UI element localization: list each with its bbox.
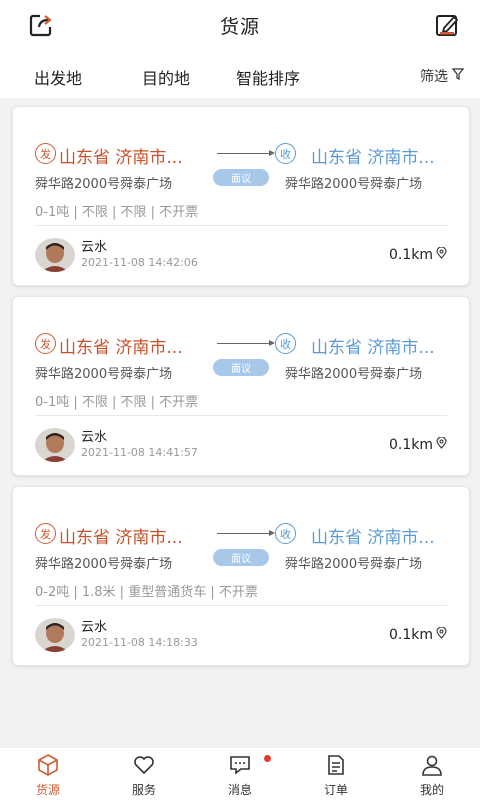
destination-city: 山东省 济南市... xyxy=(311,148,435,168)
user-icon xyxy=(419,752,445,777)
user-name: 云水 xyxy=(81,240,108,255)
price-tag: 面议 xyxy=(213,169,269,186)
bottom-tab-bar: 货源 服务 消息 订单 我的 xyxy=(0,747,480,800)
divider xyxy=(35,225,447,226)
cargo-card[interactable]: 发 山东省 济南市... 收 山东省 济南市... 舜华路2000号舜泰广场 面… xyxy=(12,296,470,476)
route: 发 山东省 济南市... 收 山东省 济南市... xyxy=(35,143,451,168)
message-icon xyxy=(227,752,253,777)
origin-address: 舜华路2000号舜泰广场 xyxy=(35,557,173,572)
user-name: 云水 xyxy=(81,620,108,635)
post-time: 2021-11-08 14:41:57 xyxy=(81,446,198,459)
arrow-icon xyxy=(217,530,275,536)
price-tag: 面议 xyxy=(213,549,269,566)
heart-icon xyxy=(131,752,157,777)
origin-badge: 发 xyxy=(35,333,56,354)
tab-service[interactable]: 服务 xyxy=(114,752,174,798)
price-tag: 面议 xyxy=(213,359,269,376)
arrow-icon xyxy=(217,150,275,156)
divider xyxy=(35,605,447,606)
origin-city: 山东省 济南市... xyxy=(59,338,183,358)
distance-value: 0.1km xyxy=(388,247,433,263)
cargo-specs: 0-1吨 | 不限 | 不限 | 不开票 xyxy=(35,205,199,220)
edit-icon[interactable] xyxy=(432,10,462,40)
post-time: 2021-11-08 14:18:33 xyxy=(81,636,198,649)
funnel-icon xyxy=(451,68,465,84)
cargo-card[interactable]: 发 山东省 济南市... 收 山东省 济南市... 舜华路2000号舜泰广场 面… xyxy=(12,486,470,666)
cargo-specs: 0-1吨 | 不限 | 不限 | 不开票 xyxy=(35,395,199,410)
notification-dot xyxy=(264,755,271,762)
destination-city: 山东省 济南市... xyxy=(311,338,435,358)
cargo-card[interactable]: 发 山东省 济南市... 收 山东省 济南市... 舜华路2000号舜泰广场 面… xyxy=(12,106,470,286)
destination-filter[interactable]: 目的地 xyxy=(142,65,190,89)
tab-messages[interactable]: 消息 xyxy=(210,752,270,798)
tab-profile[interactable]: 我的 xyxy=(402,752,462,798)
distance: 0.1km xyxy=(388,436,447,453)
filter-button[interactable]: 筛选 xyxy=(420,66,465,86)
distance-value: 0.1km xyxy=(388,627,433,643)
tab-label: 我的 xyxy=(419,783,444,797)
cargo-specs: 0-2吨 | 1.8米 | 重型普通货车 | 不开票 xyxy=(35,585,258,600)
location-pin-icon xyxy=(436,246,447,263)
location-pin-icon xyxy=(436,436,447,453)
destination-address: 舜华路2000号舜泰广场 xyxy=(285,557,423,572)
page-title: 货源 xyxy=(219,15,260,38)
filter-bar: 出发地 目的地 智能排序 筛选 xyxy=(0,50,480,98)
origin-address: 舜华路2000号舜泰广场 xyxy=(35,177,173,192)
tab-label: 服务 xyxy=(131,783,156,797)
arrow-icon xyxy=(217,340,275,346)
tab-label: 货源 xyxy=(35,783,60,797)
destination-badge: 收 xyxy=(275,523,296,544)
route: 发 山东省 济南市... 收 山东省 济南市... xyxy=(35,333,451,358)
user-name: 云水 xyxy=(81,430,108,445)
location-pin-icon xyxy=(436,626,447,643)
avatar xyxy=(35,618,75,652)
tab-label: 消息 xyxy=(227,783,252,797)
sort-filter[interactable]: 智能排序 xyxy=(236,65,300,89)
destination-address: 舜华路2000号舜泰广场 xyxy=(285,367,423,382)
origin-badge: 发 xyxy=(35,523,56,544)
origin-city: 山东省 济南市... xyxy=(59,528,183,548)
distance: 0.1km xyxy=(388,626,447,643)
avatar xyxy=(35,238,75,272)
origin-city: 山东省 济南市... xyxy=(59,148,183,168)
origin-address: 舜华路2000号舜泰广场 xyxy=(35,367,173,382)
destination-address: 舜华路2000号舜泰广场 xyxy=(285,177,423,192)
origin-badge: 发 xyxy=(35,143,56,164)
distance: 0.1km xyxy=(388,246,447,263)
share-icon[interactable] xyxy=(26,10,56,40)
document-icon xyxy=(323,752,349,777)
tab-orders[interactable]: 订单 xyxy=(306,752,366,798)
filter-label: 筛选 xyxy=(420,69,448,85)
destination-badge: 收 xyxy=(275,333,296,354)
header: 货源 xyxy=(0,0,480,50)
post-time: 2021-11-08 14:42:06 xyxy=(81,256,198,269)
tab-label: 订单 xyxy=(323,783,348,797)
divider xyxy=(35,415,447,416)
tab-cargo[interactable]: 货源 xyxy=(18,752,78,798)
destination-city: 山东省 济南市... xyxy=(311,528,435,548)
destination-badge: 收 xyxy=(275,143,296,164)
route: 发 山东省 济南市... 收 山东省 济南市... xyxy=(35,523,451,548)
cube-icon xyxy=(35,752,61,777)
avatar xyxy=(35,428,75,462)
distance-value: 0.1km xyxy=(388,437,433,453)
origin-filter[interactable]: 出发地 xyxy=(34,65,82,89)
